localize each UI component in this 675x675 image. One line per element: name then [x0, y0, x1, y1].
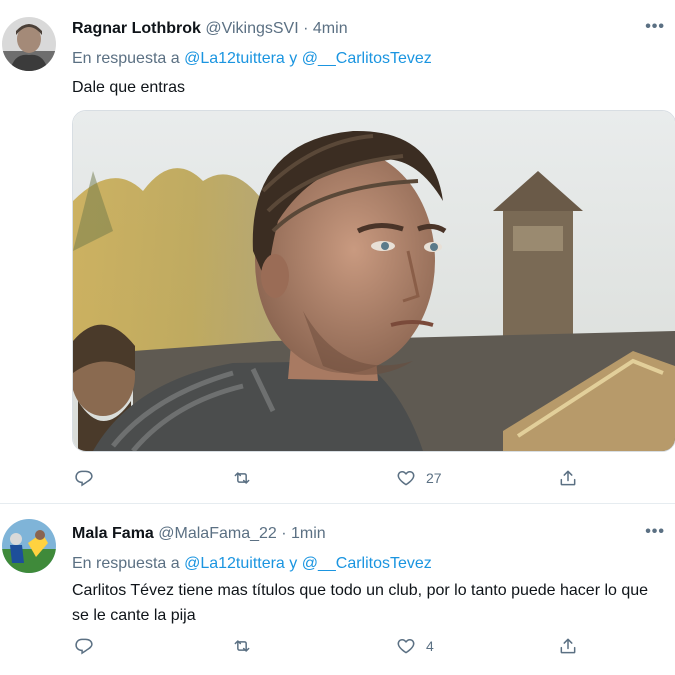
share-icon: [560, 470, 576, 486]
mention-link[interactable]: @La12tuittera: [184, 555, 285, 572]
reply-context: En respuesta a @La12tuittera y @__Carlit…: [72, 555, 432, 573]
separator-dot: ·: [303, 20, 309, 37]
share-button[interactable]: [558, 634, 578, 658]
like-count: 4: [426, 638, 434, 654]
mention-conjunction: y: [289, 555, 298, 572]
tweet-image[interactable]: [72, 110, 675, 452]
like-count: 27: [426, 470, 442, 486]
mention-link[interactable]: @La12tuittera: [184, 50, 285, 67]
image-content: [73, 111, 675, 451]
display-name[interactable]: Ragnar Lothbrok: [72, 20, 201, 37]
tweet-divider: [0, 503, 675, 504]
heart-icon: [397, 471, 415, 486]
tweet-text: Dale que entras: [72, 79, 185, 96]
avatar[interactable]: [2, 17, 56, 71]
share-icon: [560, 638, 576, 654]
reply-icon: [75, 470, 93, 487]
reply-prefix: En respuesta a: [72, 555, 180, 572]
separator-dot: ·: [281, 525, 287, 542]
more-icon[interactable]: •••: [645, 18, 665, 36]
user-handle[interactable]: @VikingsSVI: [205, 20, 298, 37]
mention-link[interactable]: @__CarlitosTevez: [302, 50, 432, 67]
heart-icon: [397, 639, 415, 654]
tweet-header: Mala Fama @MalaFama_22 · 1min: [72, 525, 326, 543]
reply-context: En respuesta a @La12tuittera y @__Carlit…: [72, 50, 432, 68]
reply-button[interactable]: [74, 634, 104, 658]
mention-link[interactable]: @__CarlitosTevez: [302, 555, 432, 572]
retweet-icon: [234, 472, 250, 484]
tweet[interactable]: Mala Fama @MalaFama_22 · 1min ••• En res…: [0, 505, 675, 675]
reply-icon: [75, 638, 93, 655]
more-icon[interactable]: •••: [645, 523, 665, 541]
retweet-button[interactable]: [232, 466, 262, 490]
share-button[interactable]: [558, 466, 578, 490]
like-button[interactable]: 27: [396, 466, 442, 490]
reply-button[interactable]: [74, 466, 104, 490]
retweet-icon: [234, 640, 250, 652]
tweet[interactable]: Ragnar Lothbrok @VikingsSVI · 4min ••• E…: [0, 0, 675, 503]
avatar[interactable]: [2, 519, 56, 573]
mention-conjunction: y: [289, 50, 298, 67]
user-handle[interactable]: @MalaFama_22: [158, 525, 277, 542]
tweet-text: Carlitos Tévez tiene mas títulos que tod…: [72, 582, 649, 624]
retweet-button[interactable]: [232, 634, 262, 658]
display-name[interactable]: Mala Fama: [72, 525, 154, 542]
like-button[interactable]: 4: [396, 634, 434, 658]
tweet-actions: 27: [72, 466, 612, 490]
tweet-header: Ragnar Lothbrok @VikingsSVI · 4min: [72, 20, 348, 38]
tweet-actions: 4: [72, 634, 612, 658]
reply-prefix: En respuesta a: [72, 50, 180, 67]
timestamp[interactable]: 1min: [291, 525, 326, 542]
timestamp[interactable]: 4min: [313, 20, 348, 37]
